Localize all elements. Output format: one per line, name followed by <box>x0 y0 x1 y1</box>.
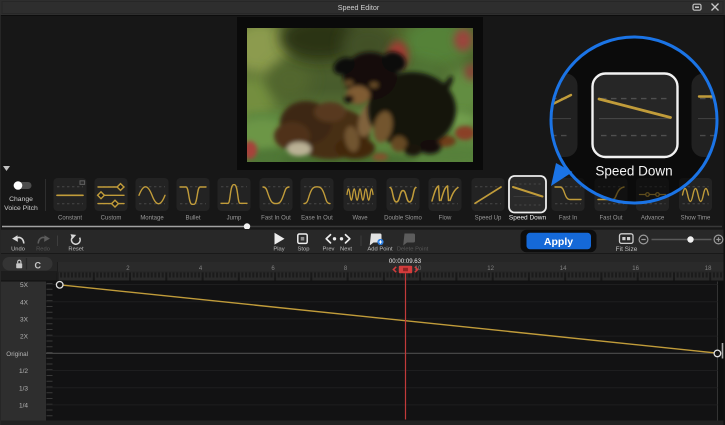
svg-text:Prev: Prev <box>323 247 335 253</box>
svg-text:Change: Change <box>9 196 33 203</box>
svg-text:Apply: Apply <box>544 236 573 248</box>
svg-text:Redo: Redo <box>36 247 50 253</box>
svg-text:Reset: Reset <box>68 247 84 253</box>
svg-text:Stop: Stop <box>298 247 310 253</box>
svg-text:Speed Down: Speed Down <box>509 215 547 222</box>
svg-text:Undo: Undo <box>11 247 25 253</box>
svg-text:Speed Down: Speed Down <box>595 164 672 179</box>
svg-text:16: 16 <box>632 266 639 272</box>
svg-text:18: 18 <box>705 266 712 272</box>
svg-text:14: 14 <box>560 266 567 272</box>
svg-text:00:00:09.63: 00:00:09.63 <box>389 258 422 265</box>
svg-text:Custom: Custom <box>101 216 122 222</box>
svg-text:Flow: Flow <box>439 216 452 222</box>
svg-text:12: 12 <box>487 266 494 272</box>
svg-text:1/2: 1/2 <box>19 368 28 375</box>
svg-text:Fit Size: Fit Size <box>616 246 638 253</box>
svg-text:Add Point: Add Point <box>367 247 393 253</box>
svg-text:Constant: Constant <box>58 216 82 222</box>
svg-text:Wave: Wave <box>352 216 368 222</box>
svg-text:Voice Pitch: Voice Pitch <box>4 205 38 212</box>
svg-text:Show Time: Show Time <box>681 216 711 222</box>
svg-text:Fast Out: Fast Out <box>599 216 622 222</box>
svg-text:3X: 3X <box>20 317 29 324</box>
svg-text:Speed Up: Speed Up <box>475 216 502 222</box>
svg-text:5X: 5X <box>20 282 29 289</box>
svg-text:1/4: 1/4 <box>19 403 28 410</box>
svg-text:Original: Original <box>6 351 28 358</box>
svg-text:Jump: Jump <box>227 216 242 222</box>
svg-text:2X: 2X <box>20 334 29 341</box>
svg-text:Delete Point: Delete Point <box>397 247 429 253</box>
svg-text:Advance: Advance <box>641 216 665 222</box>
svg-text:Fast In Out: Fast In Out <box>261 216 291 222</box>
svg-text:Next: Next <box>340 247 352 253</box>
svg-text:4X: 4X <box>20 299 29 306</box>
svg-text:Play: Play <box>273 247 284 253</box>
svg-text:Montage: Montage <box>140 216 164 222</box>
svg-text:Fast In: Fast In <box>559 216 577 222</box>
svg-text:Speed Editor: Speed Editor <box>338 3 380 12</box>
svg-text:Double Slomo: Double Slomo <box>384 216 422 222</box>
svg-text:C: C <box>35 261 42 271</box>
svg-text:Bullet: Bullet <box>185 216 200 222</box>
svg-text:Ease In Out: Ease In Out <box>301 216 333 222</box>
svg-text:1/3: 1/3 <box>19 385 28 392</box>
